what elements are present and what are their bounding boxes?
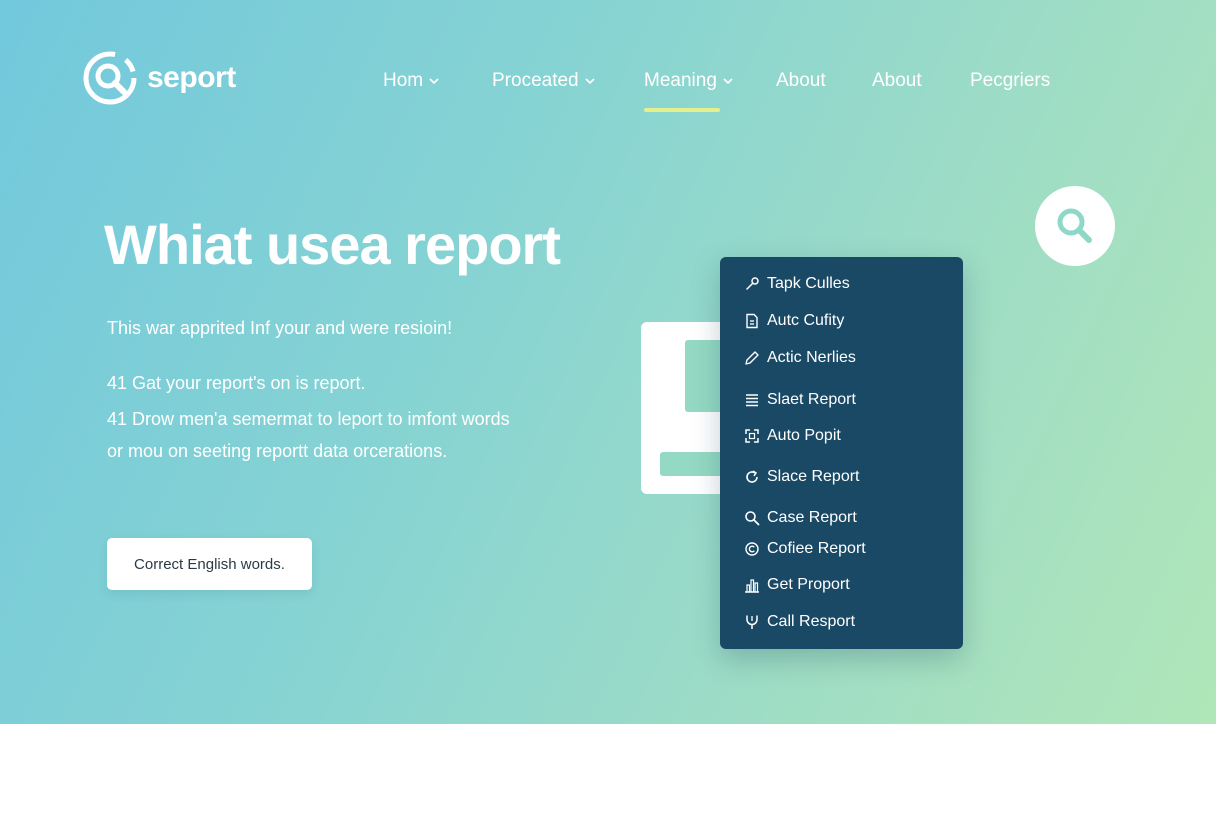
menu-item-actic-nerlies[interactable]: Actic Nerlies [744, 349, 856, 367]
hero-body-line: or mou on seeting reportt data orceratio… [107, 441, 448, 461]
link-icon [744, 276, 760, 292]
page-lower-area [0, 724, 1216, 832]
search-icon [1057, 208, 1092, 243]
chevron-down-icon [585, 78, 595, 85]
nav-item-label: Pecgriers [970, 70, 1051, 91]
hero-subtitle: This war apprited Inf your and were resi… [107, 318, 453, 338]
menu-item-tapk-culles[interactable]: Tapk Culles [744, 275, 850, 293]
menu-item-label: Call Resport [767, 613, 856, 630]
hero-body-line: 41 Drow men'a semermat to leport to imfo… [107, 409, 510, 429]
chevron-down-icon [429, 78, 439, 85]
menu-item-label: Case Report [767, 509, 857, 526]
nav-item-label: Hom [383, 70, 424, 91]
document-icon [744, 313, 760, 329]
menu-item-label: Actic Nerlies [767, 349, 856, 366]
refresh-icon [744, 469, 760, 485]
fork-icon [744, 614, 760, 630]
menu-item-cofiee-report[interactable]: Cofiee Report [744, 540, 866, 558]
menu-item-autc-cufity[interactable]: Autc Cufity [744, 312, 844, 330]
menu-item-case-report[interactable]: Case Report [744, 509, 857, 527]
nav-item-meaning[interactable]: Meaning [644, 70, 733, 92]
search-icon [744, 510, 760, 526]
cta-button[interactable]: Correct English words. [107, 538, 312, 590]
list-icon [744, 392, 760, 408]
nav-item-proceated[interactable]: Proceated [492, 70, 595, 92]
hero-section: seport Hom Proceated Meaning About About… [0, 0, 1216, 724]
nav-item-about[interactable]: About [776, 70, 826, 92]
dropdown-menu: Tapk Culles Autc Cufity Actic Nerlies Sl… [720, 257, 963, 649]
chart-icon [744, 577, 760, 593]
nav-item-hom[interactable]: Hom [383, 70, 439, 92]
nav-item-about-2[interactable]: About [872, 70, 922, 92]
menu-item-call-resport[interactable]: Call Resport [744, 613, 855, 631]
copyright-icon [744, 541, 760, 557]
frame-icon [744, 428, 760, 444]
nav-item-label: About [776, 70, 826, 91]
nav-item-pecgriers[interactable]: Pecgriers [970, 70, 1050, 92]
pencil-icon [744, 350, 760, 366]
nav-item-label: About [872, 70, 922, 91]
active-nav-indicator [644, 108, 720, 112]
menu-item-slace-report[interactable]: Slace Report [744, 468, 860, 486]
menu-item-label: Cofiee Report [767, 540, 866, 557]
chevron-down-icon [723, 78, 733, 85]
nav-item-label: Proceated [492, 70, 579, 91]
menu-item-get-proport[interactable]: Get Proport [744, 576, 850, 594]
menu-item-label: Autc Cufity [767, 312, 845, 329]
main-nav: Hom Proceated Meaning About About Pecgri… [0, 70, 1216, 120]
menu-item-label: Slace Report [767, 468, 860, 485]
menu-item-label: Slaet Report [767, 391, 856, 408]
menu-item-label: Get Proport [767, 576, 850, 593]
menu-item-auto-popit[interactable]: Auto Popit [744, 427, 841, 445]
hero-body-line: 41 Gat your report's on is report. [107, 373, 366, 393]
nav-item-label: Meaning [644, 70, 717, 91]
menu-item-label: Auto Popit [767, 427, 841, 444]
menu-item-slaet-report[interactable]: Slaet Report [744, 391, 856, 409]
menu-item-label: Tapk Culles [767, 275, 850, 292]
hero-headline: Whiat usea report [104, 213, 561, 276]
search-button[interactable] [1035, 186, 1115, 266]
